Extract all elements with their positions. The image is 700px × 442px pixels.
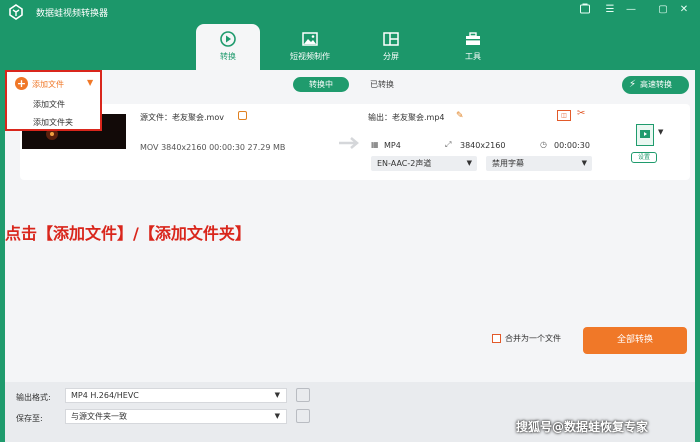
settings-button[interactable]: 设置 <box>631 152 657 163</box>
image-icon <box>302 32 318 46</box>
audio-track-value: EN-AAC-2声道 <box>377 159 432 168</box>
output-format-value: MP4 H.264/HEVC <box>71 391 139 400</box>
tab-converted[interactable]: 已转换 <box>359 77 405 92</box>
tab-tools-label: 工具 <box>465 52 481 61</box>
file-item-card: 源文件：老友聚会.mov MOV 3840x2160 00:00:30 27.2… <box>20 104 690 180</box>
chevron-down-icon[interactable]: ▼ <box>658 128 663 136</box>
convert-all-button[interactable]: 全部转换 <box>583 327 687 354</box>
output-format-file-icon[interactable] <box>636 124 654 146</box>
output-format-label: 输出格式: <box>16 393 51 402</box>
subtitle-value: 禁用字幕 <box>492 159 524 168</box>
convert-icon <box>220 31 236 47</box>
arrow-right-icon <box>339 137 359 149</box>
app-logo-icon <box>9 4 23 20</box>
tab-converting[interactable]: 转换中 <box>293 77 349 92</box>
tab-convert-label: 转换 <box>220 52 236 61</box>
tab-short-video-label: 短视频制作 <box>290 52 330 61</box>
save-to-label: 保存至: <box>16 414 43 423</box>
tab-convert[interactable]: 转换 <box>196 24 260 70</box>
annotation-text: 点击【添加文件】/【添加文件夹】 <box>5 224 251 243</box>
menu-item-add-file[interactable]: 添加文件 <box>33 99 65 110</box>
add-file-label: 添加文件 <box>32 80 64 89</box>
compress-icon[interactable]: ◫ <box>557 110 571 121</box>
fast-convert-label: 高速转换 <box>640 80 672 89</box>
watermark-text: 搜狐号@数据蛙恢复专家 <box>516 420 649 434</box>
main-panel: 转换中 已转换 ⚡ 高速转换 源文件：老友聚会.mov MOV 3840x216… <box>5 70 695 442</box>
merge-checkbox[interactable] <box>492 334 501 343</box>
info-icon[interactable] <box>238 111 247 120</box>
tab-tools[interactable]: 工具 <box>441 24 505 70</box>
fast-convert-button[interactable]: ⚡ 高速转换 <box>622 76 689 94</box>
add-file-button[interactable]: + 添加文件 ▼ <box>15 76 95 92</box>
chevron-down-icon: ▼ <box>274 391 280 399</box>
output-resolution: 3840x2160 <box>460 141 506 150</box>
chevron-down-icon: ▼ <box>87 78 94 87</box>
plus-icon: + <box>15 77 28 90</box>
maximize-icon[interactable]: ▢ <box>656 3 670 17</box>
output-duration: 00:00:30 <box>554 141 590 150</box>
chevron-down-icon: ▼ <box>466 159 472 167</box>
lightning-icon: ⚡ <box>629 79 637 90</box>
cut-icon[interactable]: ✂ <box>577 108 585 119</box>
app-title: 数据蛙视频转换器 <box>36 9 109 19</box>
subtitle-select[interactable]: 禁用字幕 ▼ <box>486 156 592 171</box>
output-format: MP4 <box>384 141 401 150</box>
output-format-select[interactable]: MP4 H.264/HEVC ▼ <box>65 388 287 403</box>
shop-icon[interactable] <box>578 3 592 17</box>
menu-icon[interactable]: ☰ <box>603 3 617 17</box>
toolbox-icon <box>466 32 480 45</box>
split-screen-icon <box>383 32 399 46</box>
format-settings-icon[interactable] <box>296 388 310 402</box>
output-file-name: 输出：老友聚会.mp4 <box>368 113 445 122</box>
title-bar: 数据蛙视频转换器 ☰ — ▢ ✕ 转换 短视频制作 分屏 工具 <box>0 0 700 70</box>
tab-split-screen[interactable]: 分屏 <box>359 24 423 70</box>
add-file-dropdown: + 添加文件 ▼ 添加文件 添加文件夹 <box>5 70 102 131</box>
save-to-select[interactable]: 与源文件夹一致 ▼ <box>65 409 287 424</box>
audio-track-select[interactable]: EN-AAC-2声道 ▼ <box>371 156 477 171</box>
chevron-down-icon: ▼ <box>581 159 587 167</box>
chevron-down-icon: ▼ <box>274 412 280 420</box>
tab-split-screen-label: 分屏 <box>383 52 399 61</box>
rename-pencil-icon[interactable]: ✎ <box>456 111 464 121</box>
merge-label: 合并为一个文件 <box>505 334 561 343</box>
menu-item-add-folder[interactable]: 添加文件夹 <box>33 117 73 128</box>
minimize-icon[interactable]: — <box>624 3 638 17</box>
resolution-icon: ⤢ <box>445 140 452 149</box>
close-icon[interactable]: ✕ <box>677 3 691 17</box>
source-file-name: 源文件：老友聚会.mov <box>140 113 224 122</box>
toolbar: 转换中 已转换 ⚡ 高速转换 <box>5 70 695 100</box>
film-icon: ▦ <box>371 140 379 149</box>
clock-icon: ◷ <box>540 140 547 149</box>
source-file-meta: MOV 3840x2160 00:00:30 27.29 MB <box>140 143 286 152</box>
tab-short-video[interactable]: 短视频制作 <box>278 24 342 70</box>
folder-icon[interactable] <box>296 409 310 423</box>
save-to-value: 与源文件夹一致 <box>71 412 127 421</box>
